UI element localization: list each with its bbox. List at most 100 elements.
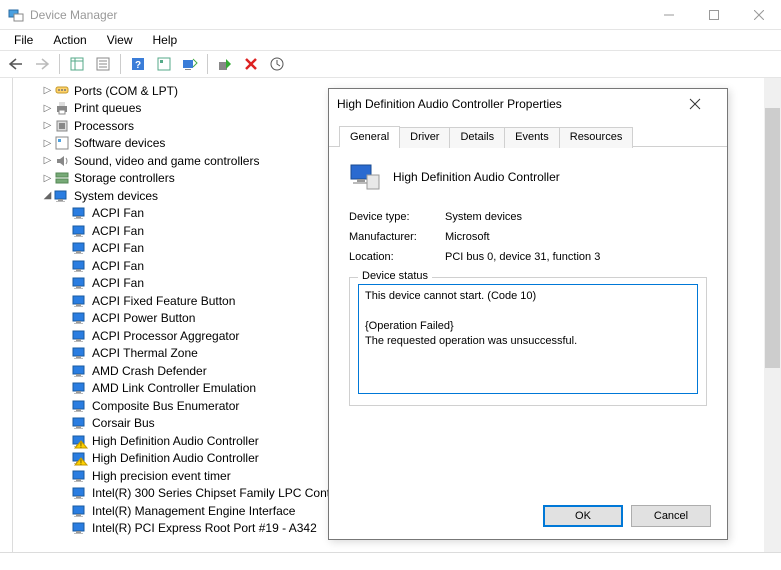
location-value: PCI bus 0, device 31, function 3 — [445, 251, 600, 263]
syswarn-icon: ! — [72, 450, 88, 466]
ok-button[interactable]: OK — [543, 505, 623, 527]
tree-item-label: Storage controllers — [74, 171, 175, 185]
tab-resources[interactable]: Resources — [559, 127, 634, 148]
expand-toggle[interactable]: ▷ — [41, 155, 54, 166]
soft-icon — [54, 135, 70, 151]
toolbar: ? — [0, 50, 781, 78]
back-button[interactable] — [4, 53, 28, 75]
tree-item-label: High precision event timer — [92, 469, 231, 483]
close-button[interactable] — [736, 0, 781, 30]
tree-item-label: ACPI Thermal Zone — [92, 346, 198, 360]
properties-button[interactable] — [91, 53, 115, 75]
show-hide-tree-button[interactable] — [65, 53, 89, 75]
tree-item-label: AMD Link Controller Emulation — [92, 381, 256, 395]
menubar: File Action View Help — [0, 30, 781, 50]
expand-toggle[interactable]: ▷ — [41, 138, 54, 149]
sys-icon — [72, 275, 88, 291]
tab-events[interactable]: Events — [504, 127, 560, 148]
scan-hardware-button[interactable] — [178, 53, 202, 75]
menu-file[interactable]: File — [6, 31, 41, 49]
expand-toggle[interactable]: ▷ — [41, 85, 54, 96]
tree-item-label: Intel(R) Management Engine Interface — [92, 504, 295, 518]
sys-icon — [72, 520, 88, 536]
device-type-label: Device type: — [349, 211, 445, 223]
dialog-body: High Definition Audio Controller Device … — [329, 147, 727, 416]
manufacturer-label: Manufacturer: — [349, 231, 445, 243]
location-label: Location: — [349, 251, 445, 263]
sys-icon — [72, 223, 88, 239]
sys-icon — [72, 205, 88, 221]
port-icon — [54, 83, 70, 99]
tree-item-label: Intel(R) 300 Series Chipset Family LPC C… — [92, 486, 357, 500]
tree-item-label: Print queues — [74, 101, 141, 115]
tab-details[interactable]: Details — [449, 127, 505, 148]
cpu-icon — [54, 118, 70, 134]
sound-icon — [54, 153, 70, 169]
left-gutter — [0, 78, 13, 552]
sys-icon — [72, 485, 88, 501]
help-button[interactable]: ? — [126, 53, 150, 75]
manufacturer-value: Microsoft — [445, 231, 490, 243]
sys-icon — [72, 240, 88, 256]
dialog-tabstrip: General Driver Details Events Resources — [329, 119, 727, 147]
sys-icon — [72, 468, 88, 484]
scrollbar-thumb[interactable] — [765, 108, 780, 368]
menu-action[interactable]: Action — [45, 31, 94, 49]
dialog-close-button[interactable] — [689, 98, 719, 110]
device-status-legend: Device status — [358, 270, 432, 282]
tree-item-label: Software devices — [74, 136, 165, 150]
dialog-titlebar[interactable]: High Definition Audio Controller Propert… — [329, 89, 727, 119]
tab-driver[interactable]: Driver — [399, 127, 450, 148]
device-status-text[interactable] — [358, 284, 698, 394]
maximize-button[interactable] — [691, 0, 736, 30]
dialog-title: High Definition Audio Controller Propert… — [337, 97, 689, 111]
tree-item-label: High Definition Audio Controller — [92, 434, 259, 448]
toolbar-separator — [207, 54, 208, 74]
device-type-value: System devices — [445, 211, 522, 223]
properties-dialog: High Definition Audio Controller Propert… — [328, 88, 728, 540]
tree-item-label: ACPI Fan — [92, 224, 144, 238]
device-name: High Definition Audio Controller — [393, 170, 560, 184]
sys-icon — [72, 503, 88, 519]
printer-icon — [54, 100, 70, 116]
expand-toggle[interactable]: ◢ — [41, 190, 54, 201]
update-driver-button[interactable] — [265, 53, 289, 75]
expand-toggle[interactable]: ▷ — [41, 120, 54, 131]
tree-item-label: ACPI Fan — [92, 206, 144, 220]
sys-icon — [72, 258, 88, 274]
svg-text:?: ? — [135, 60, 141, 71]
expand-toggle[interactable]: ▷ — [41, 103, 54, 114]
sys-icon — [72, 328, 88, 344]
forward-button[interactable] — [30, 53, 54, 75]
sys-icon — [72, 380, 88, 396]
toolbar-icon-2[interactable] — [152, 53, 176, 75]
minimize-button[interactable] — [646, 0, 691, 30]
toolbar-separator — [59, 54, 60, 74]
syswarn-icon: ! — [72, 433, 88, 449]
toolbar-separator — [120, 54, 121, 74]
tree-item-label: ACPI Fan — [92, 259, 144, 273]
cancel-button[interactable]: Cancel — [631, 505, 711, 527]
sys-icon — [72, 310, 88, 326]
enable-device-button[interactable] — [213, 53, 237, 75]
window-titlebar: Device Manager — [0, 0, 781, 30]
device-status-group: Device status — [349, 277, 707, 406]
menu-help[interactable]: Help — [145, 31, 186, 49]
svg-text:!: ! — [80, 442, 82, 449]
uninstall-device-button[interactable] — [239, 53, 263, 75]
expand-toggle[interactable]: ▷ — [41, 173, 54, 184]
statusbar — [0, 552, 781, 570]
tree-item-label: Processors — [74, 119, 134, 133]
tree-scrollbar[interactable] — [764, 78, 781, 552]
tree-item-label: Intel(R) PCI Express Root Port #19 - A34… — [92, 521, 317, 535]
tree-item-label: ACPI Power Button — [92, 311, 195, 325]
menu-view[interactable]: View — [99, 31, 141, 49]
sys-icon — [72, 363, 88, 379]
device-large-icon — [349, 161, 381, 193]
tree-item-label: ACPI Processor Aggregator — [92, 329, 239, 343]
sys-icon — [72, 415, 88, 431]
tab-general[interactable]: General — [339, 126, 400, 147]
tree-item-label: ACPI Fixed Feature Button — [92, 294, 235, 308]
tree-item-label: AMD Crash Defender — [92, 364, 207, 378]
sys-icon — [72, 345, 88, 361]
